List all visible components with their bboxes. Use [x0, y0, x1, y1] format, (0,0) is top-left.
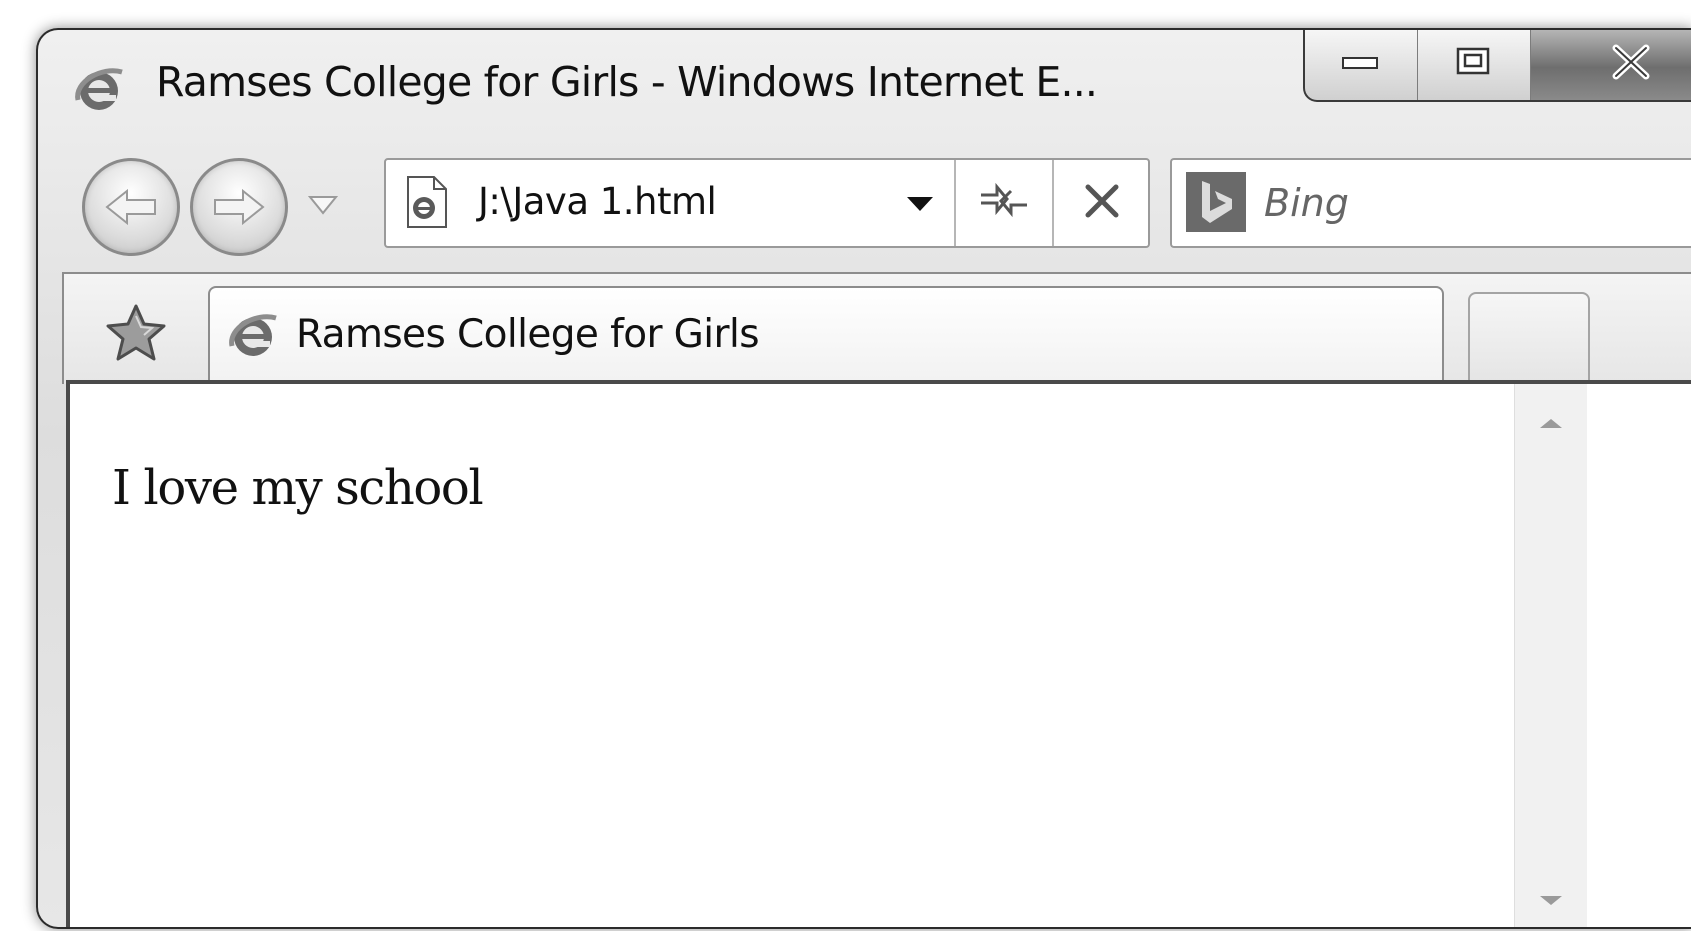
- search-box[interactable]: [1170, 158, 1691, 248]
- forward-arrow-icon: [193, 161, 285, 253]
- new-tab-button[interactable]: [1468, 292, 1590, 386]
- minimize-icon: [1341, 52, 1381, 76]
- search-input[interactable]: [1264, 178, 1644, 228]
- tab-label: Ramses College for Girls: [296, 312, 760, 357]
- page-icon: [402, 174, 450, 230]
- address-dropdown-icon[interactable]: [898, 188, 942, 220]
- browser-window: Ramses College for Girls - Windows Inter…: [36, 28, 1691, 929]
- scroll-down-icon[interactable]: [1515, 876, 1587, 926]
- bing-icon: [1186, 172, 1246, 232]
- tab-bar: Ramses College for Girls: [62, 272, 1691, 388]
- maximize-icon: [1456, 47, 1492, 81]
- favorites-button[interactable]: [70, 286, 202, 384]
- window-title: Ramses College for Girls - Windows Inter…: [156, 58, 1098, 106]
- internet-explorer-icon: [226, 308, 282, 364]
- address-text[interactable]: J:\Java 1.html: [478, 180, 717, 223]
- close-button[interactable]: [1531, 30, 1691, 100]
- tab-ramses-college[interactable]: Ramses College for Girls: [208, 286, 1444, 388]
- recent-pages-dropdown-icon[interactable]: [306, 192, 340, 218]
- internet-explorer-icon: [72, 62, 128, 118]
- minimize-button[interactable]: [1305, 30, 1418, 100]
- page-body-text: I love my school: [112, 460, 484, 516]
- stop-icon: [1080, 179, 1124, 227]
- address-bar[interactable]: J:\Java 1.html: [384, 158, 1150, 248]
- caption-buttons: [1303, 30, 1691, 102]
- back-arrow-icon: [85, 161, 177, 253]
- close-icon: [1608, 43, 1654, 85]
- title-bar: Ramses College for Girls - Windows Inter…: [38, 30, 1691, 140]
- back-button[interactable]: [82, 158, 180, 256]
- vertical-scrollbar[interactable]: [1514, 384, 1587, 927]
- page-content: I love my school: [66, 380, 1691, 927]
- maximize-button[interactable]: [1418, 30, 1531, 100]
- forward-button[interactable]: [190, 158, 288, 256]
- star-icon: [104, 302, 168, 368]
- refresh-icon: [977, 179, 1031, 227]
- stop-button[interactable]: [1052, 160, 1150, 246]
- refresh-button[interactable]: [954, 160, 1052, 246]
- scroll-up-icon[interactable]: [1515, 398, 1587, 448]
